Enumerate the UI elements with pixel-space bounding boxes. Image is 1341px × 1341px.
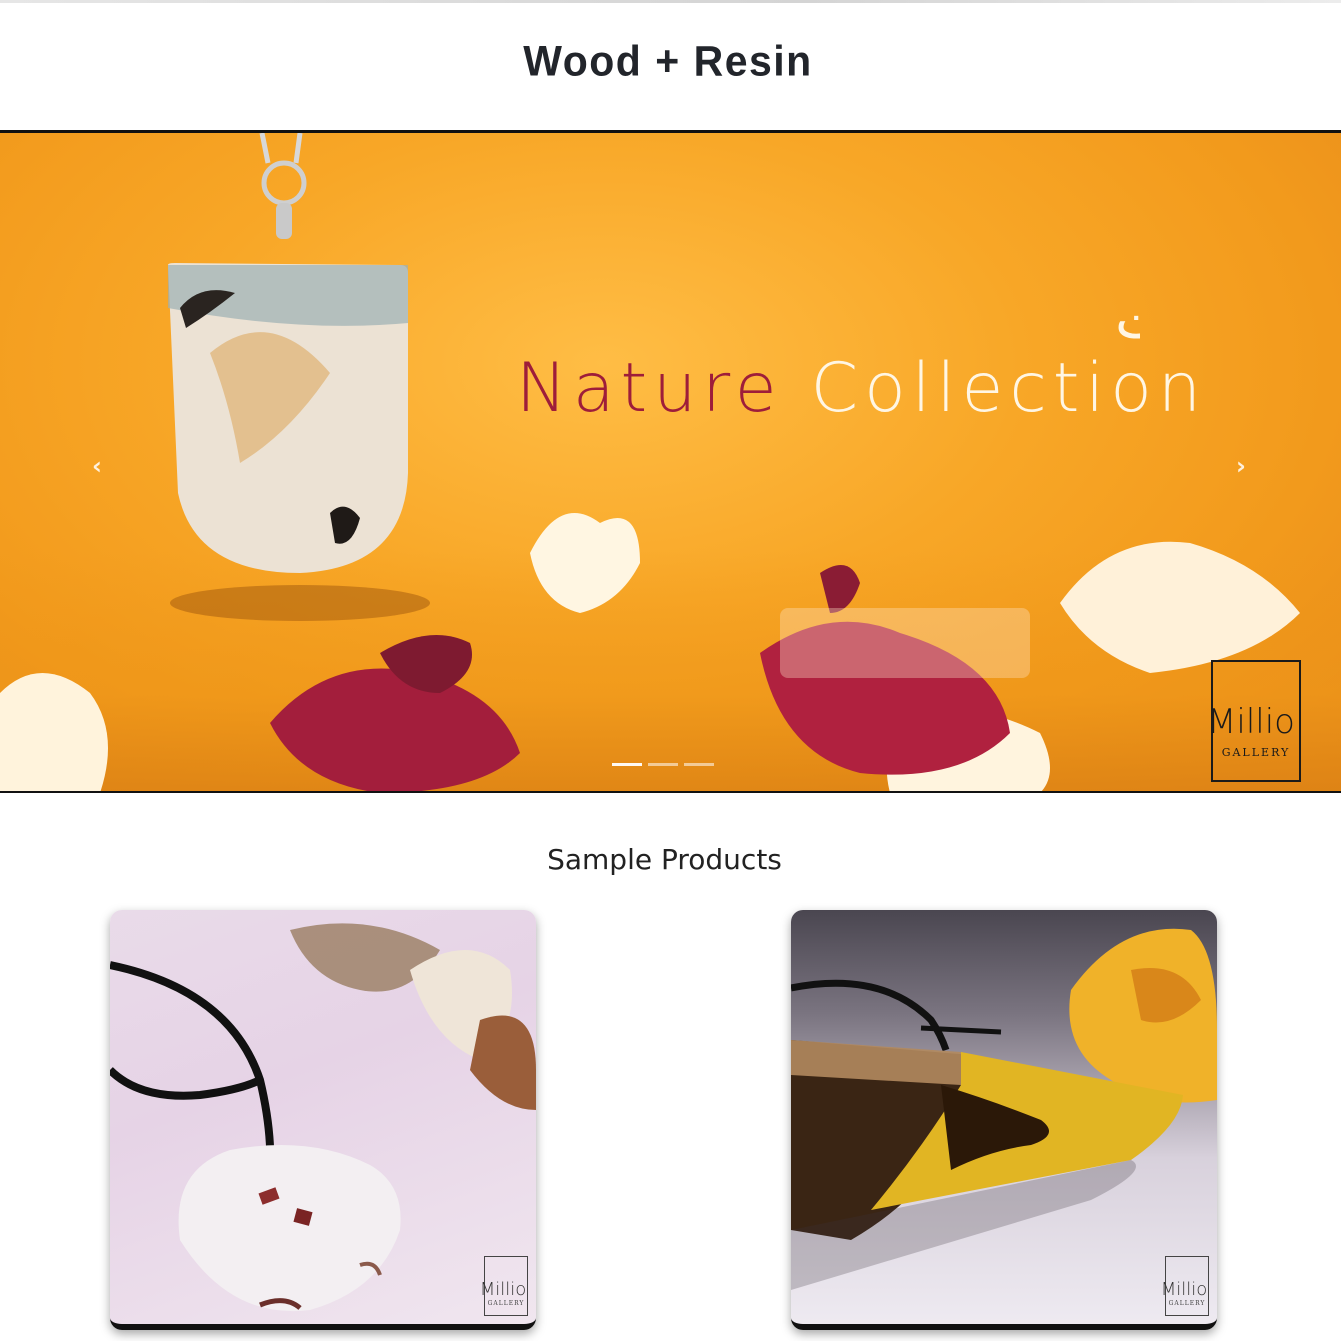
product-card-1[interactable]: Millio GALLERY xyxy=(110,910,536,1330)
logo-word: Millio xyxy=(1207,702,1295,742)
logo-word: Millio xyxy=(1160,1279,1208,1300)
hero-title: Nature Collection xyxy=(516,355,1207,423)
sample-products-heading: Sample Products xyxy=(547,843,782,876)
millio-gallery-logo: Millio GALLERY xyxy=(1207,660,1301,782)
product-image-1 xyxy=(110,923,536,1312)
carousel-indicator-1[interactable] xyxy=(612,763,642,766)
carousel-prev-arrow-icon[interactable]: ‹ xyxy=(82,451,112,481)
svg-text:مجموعه طبیعت: مجموعه طبیعت xyxy=(1115,287,1140,352)
top-divider xyxy=(0,0,1341,3)
carousel-indicator-2[interactable] xyxy=(648,763,678,766)
hero-title-collection: Collection xyxy=(810,349,1207,428)
logo-word: Millio xyxy=(479,1279,527,1300)
carousel-indicator-3[interactable] xyxy=(684,763,714,766)
logo-sub: GALLERY xyxy=(487,1300,525,1307)
logo-sub: GALLERY xyxy=(1168,1300,1206,1307)
product-1-logo: Millio GALLERY xyxy=(480,1256,528,1316)
hero-title-nature: Nature xyxy=(516,349,783,428)
site-title: Wood + Resin xyxy=(523,36,813,86)
carousel-next-arrow-icon[interactable]: › xyxy=(1226,451,1256,481)
hero-carousel[interactable]: مجموعه طبیعت NatureCollection ‹ › Millio… xyxy=(0,130,1341,793)
logo-sub: GALLERY xyxy=(1221,746,1291,759)
carousel-indicators xyxy=(612,763,714,766)
product-card-2[interactable]: Millio GALLERY xyxy=(791,910,1217,1330)
hero-image xyxy=(0,133,1300,791)
product-2-logo: Millio GALLERY xyxy=(1161,1256,1209,1316)
product-image-2 xyxy=(791,928,1217,1290)
